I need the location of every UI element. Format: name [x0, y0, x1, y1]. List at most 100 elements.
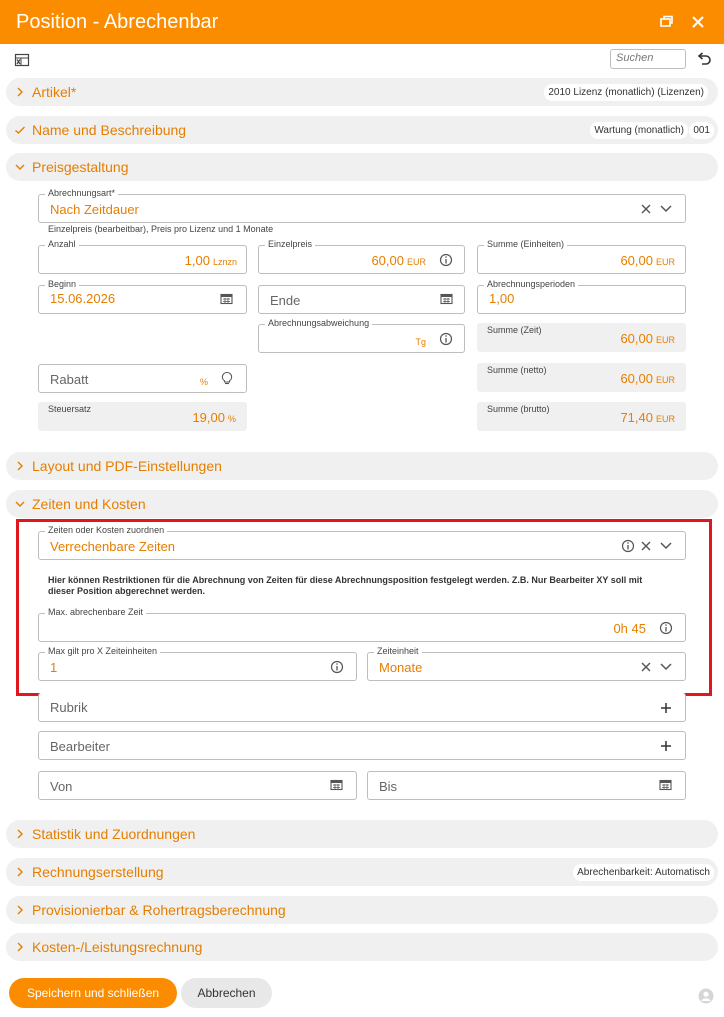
- max-abrechenbare-zeit-field[interactable]: Max. abrechenbare Zeit 0h 45: [38, 607, 686, 642]
- section-kostenrechnung[interactable]: Kosten-/Leistungsrechnung: [6, 933, 718, 961]
- section-label: Kosten-/Leistungsrechnung: [32, 939, 203, 955]
- field-value: 19,00%: [192, 410, 236, 425]
- field-label: Max. abrechenbare Zeit: [45, 607, 147, 618]
- section-label: Provisionierbar & Rohertragsberechnung: [32, 902, 286, 918]
- section-label: Zeiten und Kosten: [32, 496, 146, 512]
- artikel-badge: 2010 Lizenz (monatlich) (Lizenzen): [544, 84, 708, 101]
- section-zeiten[interactable]: Zeiten und Kosten: [6, 490, 718, 518]
- excel-export-icon[interactable]: [14, 52, 30, 73]
- chevron-down-icon: [15, 501, 25, 507]
- field-value: 71,40 EUR: [620, 410, 675, 425]
- info-icon[interactable]: [330, 660, 344, 674]
- section-label: Layout und PDF-Einstellungen: [32, 458, 222, 474]
- lightbulb-icon[interactable]: [220, 371, 234, 386]
- abrechnungsart-select[interactable]: Abrechnungsart* Nach Zeitdauer: [38, 188, 686, 223]
- field-label: Zeiteinheit: [374, 646, 422, 657]
- info-icon[interactable]: [621, 539, 635, 553]
- cancel-button[interactable]: Abbrechen: [181, 978, 272, 1008]
- field-label: Summe (Zeit): [487, 325, 542, 335]
- chevron-right-icon: [17, 942, 23, 952]
- summe-zeit-field: Summe (Zeit) 60,00 EUR: [477, 323, 686, 352]
- von-date-field[interactable]: Von: [38, 771, 357, 800]
- chevron-right-icon: [17, 905, 23, 915]
- close-window-icon[interactable]: [686, 10, 710, 34]
- section-label: Name und Beschreibung: [32, 122, 187, 138]
- info-icon[interactable]: [659, 621, 673, 635]
- field-value: 60,00 EUR: [620, 253, 675, 268]
- field-value: Verrechenbare Zeiten: [50, 539, 176, 554]
- search-input[interactable]: Suchen: [610, 49, 686, 69]
- zeiteinheit-select[interactable]: Zeiteinheit Monate: [367, 646, 686, 681]
- section-name[interactable]: Name und Beschreibung Wartung (monatlich…: [6, 116, 718, 144]
- section-label: Statistik und Zuordnungen: [32, 826, 196, 842]
- abrechnungsabweichung-field[interactable]: Abrechnungsabweichung Tg: [258, 318, 465, 353]
- add-icon[interactable]: [660, 702, 672, 714]
- field-label: Max gilt pro X Zeiteinheiten: [45, 646, 161, 657]
- field-value: 0h 45: [613, 621, 646, 636]
- section-rechnungserstellung[interactable]: Rechnungserstellung Abrechenbarkeit: Aut…: [6, 858, 718, 886]
- calendar-icon[interactable]: [220, 293, 233, 305]
- info-icon[interactable]: [439, 332, 453, 346]
- abrechnungsperioden-field[interactable]: Abrechnungsperioden 1,00: [477, 279, 686, 314]
- field-value: 60,00 EUR: [620, 331, 675, 346]
- max-gilt-pro-field[interactable]: Max gilt pro X Zeiteinheiten 1: [38, 646, 357, 681]
- field-value: 1: [50, 660, 58, 675]
- field-placeholder: Bearbeiter: [50, 739, 110, 754]
- field-label: Zeiten oder Kosten zuordnen: [45, 525, 168, 536]
- chevron-down-icon[interactable]: [659, 203, 673, 215]
- calendar-icon[interactable]: [440, 293, 453, 305]
- field-value: 1,00 Lznzn: [184, 253, 237, 268]
- field-value: 60,00 EUR: [371, 253, 426, 268]
- abrechnungsart-hint: Einzelpreis (bearbeitbar), Preis pro Liz…: [48, 224, 274, 234]
- zeiten-info-text-line2: dieser Position abgerechnet werden.: [48, 586, 206, 596]
- ende-date-field[interactable]: Ende: [258, 285, 465, 314]
- chevron-right-icon: [17, 867, 23, 877]
- chevron-down-icon[interactable]: [659, 661, 673, 673]
- save-and-close-button[interactable]: Speichern und schließen: [9, 978, 177, 1008]
- clear-icon[interactable]: [640, 661, 652, 673]
- section-provisionierbar[interactable]: Provisionierbar & Rohertragsberechnung: [6, 896, 718, 924]
- bearbeiter-field[interactable]: Bearbeiter: [38, 731, 686, 760]
- field-label: Summe (netto): [487, 365, 547, 375]
- calendar-icon[interactable]: [659, 779, 672, 791]
- calendar-icon[interactable]: [330, 779, 343, 791]
- section-statistik[interactable]: Statistik und Zuordnungen: [6, 820, 718, 848]
- section-preisgestaltung[interactable]: Preisgestaltung: [6, 153, 718, 181]
- field-placeholder: Rabatt: [50, 372, 89, 387]
- clear-icon[interactable]: [640, 203, 652, 215]
- field-label: Summe (brutto): [487, 404, 550, 414]
- field-label: Abrechnungsperioden: [484, 279, 579, 290]
- section-layout[interactable]: Layout und PDF-Einstellungen: [6, 452, 718, 480]
- chevron-right-icon: [17, 87, 23, 97]
- summe-einheiten-field: Summe (Einheiten) 60,00 EUR: [477, 239, 686, 274]
- clear-icon[interactable]: [640, 540, 652, 552]
- undo-icon[interactable]: [696, 51, 712, 72]
- field-label: Anzahl: [45, 239, 79, 250]
- anzahl-field[interactable]: Anzahl 1,00 Lznzn: [38, 239, 247, 274]
- field-placeholder: Bis: [379, 779, 398, 794]
- field-label: Abrechnungsabweichung: [265, 318, 373, 329]
- user-avatar-icon[interactable]: [698, 988, 714, 1004]
- field-value: Monate: [379, 660, 423, 675]
- summe-netto-field: Summe (netto) 60,00 EUR: [477, 363, 686, 392]
- rabatt-field[interactable]: Rabatt %: [38, 364, 247, 393]
- info-icon[interactable]: [439, 253, 453, 267]
- einzelpreis-field[interactable]: Einzelpreis 60,00 EUR: [258, 239, 465, 274]
- rubrik-field[interactable]: Rubrik: [38, 693, 686, 722]
- bis-date-field[interactable]: Bis: [367, 771, 686, 800]
- beginn-date-field[interactable]: Beginn 15.06.2026: [38, 279, 247, 314]
- field-placeholder: Rubrik: [50, 700, 88, 715]
- field-placeholder: Ende: [270, 293, 301, 308]
- restore-window-icon[interactable]: [654, 10, 678, 34]
- rechnung-badge: Abrechenbarkeit: Automatisch: [573, 864, 714, 881]
- steuersatz-field: Steuersatz 19,00%: [38, 402, 247, 431]
- add-icon[interactable]: [660, 740, 672, 752]
- section-artikel[interactable]: Artikel* 2010 Lizenz (monatlich) (Lizenz…: [6, 78, 718, 106]
- field-label: Steuersatz: [48, 404, 92, 414]
- check-icon: [15, 126, 25, 134]
- chevron-down-icon[interactable]: [659, 540, 673, 552]
- title-bar: Position - Abrechenbar: [0, 0, 724, 44]
- zeiten-zuordnen-select[interactable]: Zeiten oder Kosten zuordnen Verrechenbar…: [38, 525, 686, 560]
- field-placeholder: Von: [50, 779, 73, 794]
- chevron-right-icon: [17, 829, 23, 839]
